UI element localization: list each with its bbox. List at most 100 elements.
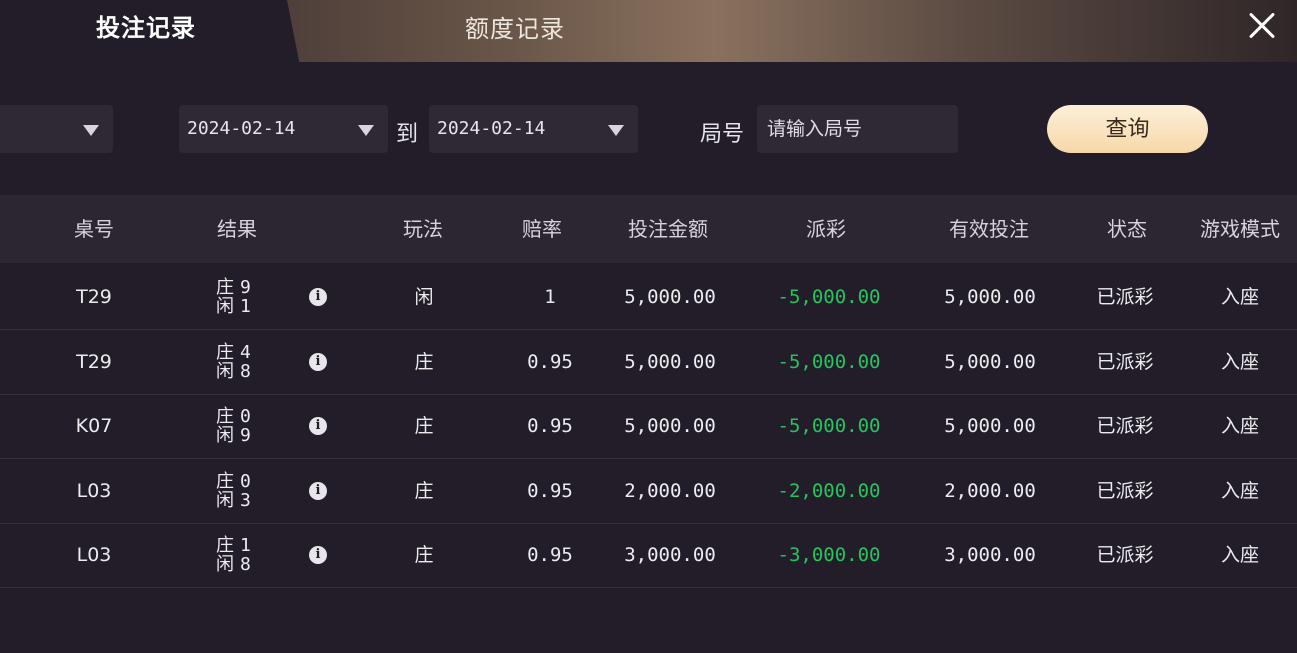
player-label: 闲: [216, 361, 234, 382]
cell-status: 已派彩: [1096, 286, 1154, 308]
cell-odds: 0.95: [527, 351, 573, 373]
cell-valid-bet: 2,000.00: [944, 480, 1036, 502]
header-result: 结果: [217, 217, 257, 241]
table-header: 桌号 结果 玩法 赔率 投注金额 派彩 有效投注 状态 游戏模式: [0, 195, 1297, 263]
cell-valid-bet: 3,000.00: [944, 544, 1036, 566]
round-number-input[interactable]: [757, 105, 958, 153]
cell-bet-amount: 5,000.00: [624, 415, 716, 437]
table-row: L03 庄1 闲8 i 庄 0.95 3,000.00 -3,000.00 3,…: [0, 523, 1297, 588]
player-score: 3: [240, 490, 251, 511]
banker-label: 庄: [216, 277, 234, 298]
banker-score: 0: [240, 471, 251, 492]
player-label: 闲: [216, 296, 234, 317]
cell-bet-type: 庄: [414, 415, 434, 437]
cell-result: 庄9 闲1: [216, 278, 266, 316]
cell-valid-bet: 5,000.00: [944, 351, 1036, 373]
cell-payout: -3,000.00: [777, 544, 881, 566]
round-number-label: 局号: [700, 122, 745, 147]
header: 投注记录 额度记录: [0, 0, 1297, 62]
chevron-down-icon: [608, 125, 624, 136]
query-button[interactable]: 查询: [1047, 105, 1208, 153]
header-bet-type: 玩法: [403, 217, 443, 241]
banker-label: 庄: [216, 535, 234, 556]
cell-payout: -2,000.00: [777, 480, 881, 502]
banker-score: 0: [240, 406, 251, 427]
cell-table-no: K07: [75, 415, 113, 437]
cell-status: 已派彩: [1096, 415, 1154, 437]
banker-score: 1: [240, 535, 251, 556]
info-icon[interactable]: i: [309, 353, 327, 371]
table-row: L03 庄0 闲3 i 庄 0.95 2,000.00 -2,000.00 2,…: [0, 459, 1297, 524]
info-icon[interactable]: i: [309, 546, 327, 564]
cell-table-no: L03: [76, 544, 112, 566]
player-label: 闲: [216, 425, 234, 446]
header-status: 状态: [1107, 217, 1147, 241]
cell-payout: -5,000.00: [777, 286, 881, 308]
cell-payout: -5,000.00: [777, 415, 881, 437]
cell-game-mode: 入座: [1220, 544, 1260, 566]
header-valid-bet: 有效投注: [949, 217, 1029, 241]
banker-score: 9: [240, 277, 251, 298]
cell-bet-amount: 5,000.00: [624, 286, 716, 308]
cell-result: 庄1 闲8: [216, 536, 266, 574]
table-row: T29 庄9 闲1 i 闲 1 5,000.00 -5,000.00 5,000…: [0, 265, 1297, 330]
date-range-separator: 到: [396, 122, 419, 147]
cell-odds: 0.95: [527, 415, 573, 437]
banker-label: 庄: [216, 406, 234, 427]
header-table-no: 桌号: [74, 217, 114, 241]
cell-bet-type: 庄: [414, 480, 434, 502]
date-to-select[interactable]: 2024-02-14: [429, 105, 638, 153]
date-from-value: 2024-02-14: [187, 118, 296, 139]
player-score: 1: [240, 296, 251, 317]
cell-odds: 0.95: [527, 544, 573, 566]
cell-bet-amount: 5,000.00: [624, 351, 716, 373]
cell-game-mode: 入座: [1220, 480, 1260, 502]
player-label: 闲: [216, 490, 234, 511]
cell-valid-bet: 5,000.00: [944, 415, 1036, 437]
banker-label: 庄: [216, 342, 234, 363]
date-from-select[interactable]: 2024-02-14: [179, 105, 388, 153]
header-bet-amount: 投注金额: [628, 217, 708, 241]
cell-game-mode: 入座: [1220, 351, 1260, 373]
cell-result: 庄0 闲3: [216, 472, 266, 510]
table-row: K07 庄0 闲9 i 庄 0.95 5,000.00 -5,000.00 5,…: [0, 394, 1297, 459]
tab-bet-records-label[interactable]: 投注记录: [96, 8, 196, 43]
cell-bet-amount: 3,000.00: [624, 544, 716, 566]
cell-bet-type: 庄: [414, 351, 434, 373]
cell-status: 已派彩: [1096, 351, 1154, 373]
cell-status: 已派彩: [1096, 480, 1154, 502]
banker-label: 庄: [216, 471, 234, 492]
info-icon[interactable]: i: [309, 417, 327, 435]
cell-valid-bet: 5,000.00: [944, 286, 1036, 308]
cell-payout: -5,000.00: [777, 351, 881, 373]
game-type-select[interactable]: [0, 105, 113, 153]
player-label: 闲: [216, 554, 234, 575]
cell-odds: 0.95: [527, 480, 573, 502]
cell-result: 庄0 闲9: [216, 407, 266, 445]
player-score: 8: [240, 554, 251, 575]
cell-bet-type: 庄: [414, 544, 434, 566]
info-icon[interactable]: i: [309, 482, 327, 500]
header-game-mode: 游戏模式: [1200, 217, 1280, 241]
tab-credit-records[interactable]: 额度记录: [465, 9, 565, 44]
info-icon[interactable]: i: [309, 288, 327, 306]
cell-odds: 1: [544, 286, 556, 308]
player-score: 9: [240, 425, 251, 446]
table-row: T29 庄4 闲8 i 庄 0.95 5,000.00 -5,000.00 5,…: [0, 330, 1297, 395]
close-icon[interactable]: [1242, 6, 1282, 46]
chevron-down-icon: [83, 125, 99, 136]
cell-table-no: L03: [76, 480, 112, 502]
cell-game-mode: 入座: [1220, 286, 1260, 308]
cell-bet-amount: 2,000.00: [624, 480, 716, 502]
cell-status: 已派彩: [1096, 544, 1154, 566]
banker-score: 4: [240, 342, 251, 363]
cell-table-no: T29: [76, 351, 112, 373]
player-score: 8: [240, 361, 251, 382]
chevron-down-icon: [358, 125, 374, 136]
header-payout: 派彩: [806, 217, 846, 241]
cell-result: 庄4 闲8: [216, 343, 266, 381]
date-to-value: 2024-02-14: [437, 118, 546, 139]
cell-bet-type: 闲: [414, 286, 434, 308]
cell-game-mode: 入座: [1220, 415, 1260, 437]
cell-table-no: T29: [76, 286, 112, 308]
